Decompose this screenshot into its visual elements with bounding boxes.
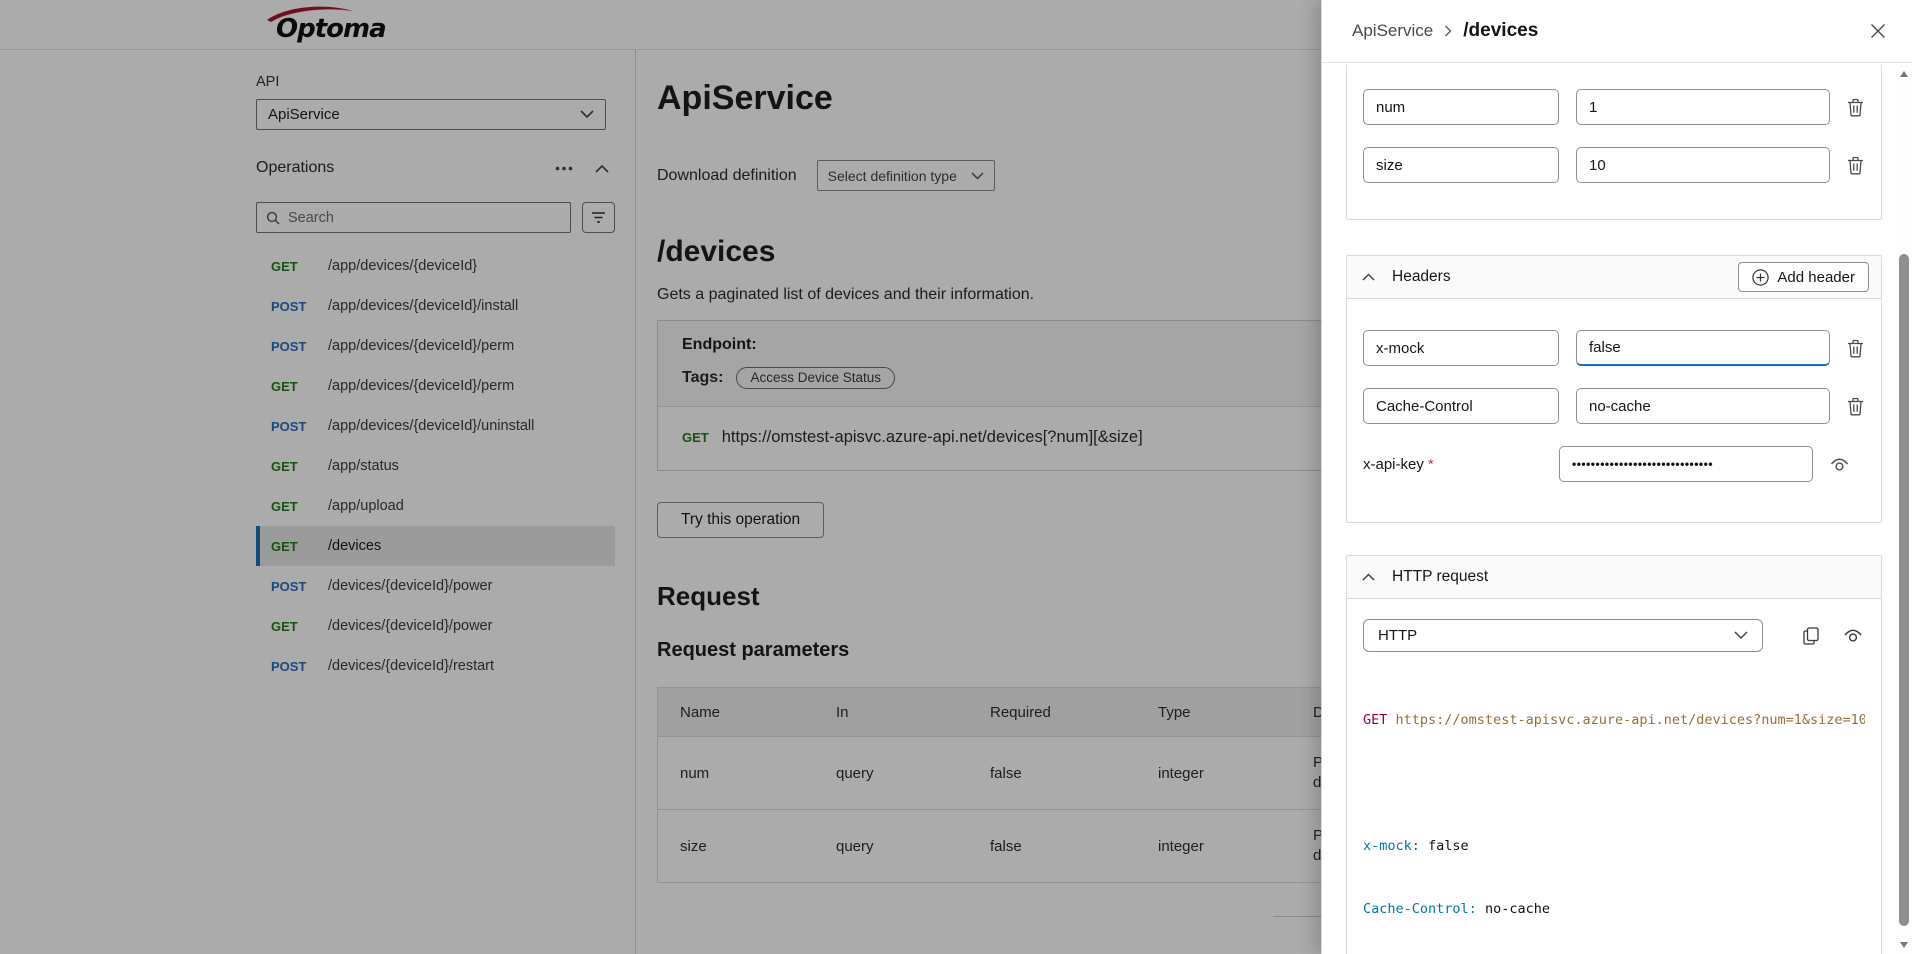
code-header-line: x-mockfalse	[1363, 836, 1865, 857]
header-row: x-mock false	[1363, 330, 1865, 366]
collapse-section-icon[interactable]	[1362, 573, 1375, 581]
breadcrumb-api[interactable]: ApiService	[1352, 21, 1433, 41]
header-name-input[interactable]: x-mock	[1363, 330, 1559, 366]
close-panel-button[interactable]	[1866, 19, 1890, 43]
add-header-button[interactable]: Add header	[1738, 262, 1869, 292]
code-header-value: no-cache	[1485, 901, 1550, 917]
request-format-select[interactable]: HTTP	[1363, 619, 1763, 652]
panel-vertical-scrollbar[interactable]	[1896, 64, 1912, 954]
delete-header-button[interactable]	[1845, 395, 1866, 418]
reveal-icon	[1830, 457, 1849, 472]
trash-icon	[1847, 98, 1864, 117]
api-key-label: x-api-key*	[1363, 456, 1559, 473]
header-value-input-focused[interactable]: false	[1576, 330, 1830, 366]
http-request-card: HTTP request HTTP GET https://omstest-ap…	[1346, 555, 1882, 954]
delete-header-button[interactable]	[1845, 337, 1866, 360]
scroll-down-icon[interactable]	[1900, 942, 1908, 948]
reveal-icon[interactable]	[1843, 628, 1863, 643]
param-name-input[interactable]: size	[1363, 147, 1559, 183]
delete-param-button[interactable]	[1845, 154, 1866, 177]
header-row: Cache-Control no-cache	[1363, 388, 1865, 424]
try-operation-panel: ApiService /devices num 1 size 10	[1321, 0, 1912, 954]
vertical-scroll-thumb[interactable]	[1899, 254, 1909, 926]
code-header-name: Cache-Control	[1363, 901, 1485, 917]
http-request-section-title: HTTP request	[1392, 568, 1488, 586]
trash-icon	[1847, 156, 1864, 175]
api-key-label-text: x-api-key	[1363, 456, 1424, 473]
headers-section-title: Headers	[1392, 268, 1451, 286]
http-request-section-header: HTTP request	[1347, 556, 1881, 599]
breadcrumb-separator-icon	[1444, 25, 1452, 37]
required-marker: *	[1428, 456, 1434, 473]
chevron-down-icon	[1734, 631, 1748, 640]
header-value-input[interactable]: no-cache	[1576, 388, 1830, 424]
masked-api-key: ••••••••••••••••••••••••••••••	[1572, 457, 1713, 471]
api-key-header-row: x-api-key* •••••••••••••••••••••••••••••…	[1363, 446, 1865, 482]
add-icon	[1752, 269, 1769, 286]
code-header-line: Cache-Controlno-cache	[1363, 899, 1865, 920]
headers-section-header: Headers Add header	[1347, 256, 1881, 299]
panel-scroll-area: num 1 size 10 Headers Add h	[1322, 64, 1896, 954]
code-url: https://omstest-apisvc.azure-api.net/dev…	[1396, 712, 1865, 728]
breadcrumb-operation: /devices	[1463, 20, 1538, 42]
api-key-input[interactable]: ••••••••••••••••••••••••••••••	[1559, 446, 1813, 482]
headers-card: Headers Add header x-mock false Cache-Co…	[1346, 255, 1882, 523]
query-parameters-card: num 1 size 10	[1346, 64, 1882, 220]
param-name-input[interactable]: num	[1363, 89, 1559, 125]
close-icon	[1870, 23, 1886, 39]
trash-icon	[1847, 397, 1864, 416]
query-param-row: size 10	[1363, 147, 1865, 183]
trash-icon	[1847, 339, 1864, 358]
code-header-value: false	[1428, 838, 1469, 854]
code-header-name: x-mock	[1363, 838, 1428, 854]
code-method: GET	[1363, 712, 1387, 728]
panel-header: ApiService /devices	[1322, 0, 1912, 63]
header-name-input[interactable]: Cache-Control	[1363, 388, 1559, 424]
collapse-section-icon[interactable]	[1362, 273, 1375, 281]
param-value-input[interactable]: 10	[1576, 147, 1830, 183]
copy-icon[interactable]	[1803, 627, 1819, 645]
param-value-input[interactable]: 1	[1576, 89, 1830, 125]
query-param-row: num 1	[1363, 89, 1865, 125]
reveal-api-key-button[interactable]	[1828, 455, 1851, 474]
http-request-code: GET https://omstest-apisvc.azure-api.net…	[1363, 668, 1865, 954]
add-header-label: Add header	[1777, 269, 1855, 286]
request-format-value: HTTP	[1378, 627, 1417, 644]
delete-param-button[interactable]	[1845, 96, 1866, 119]
request-line: GET https://omstest-apisvc.azure-api.net…	[1363, 710, 1865, 731]
scroll-up-icon[interactable]	[1900, 71, 1908, 77]
